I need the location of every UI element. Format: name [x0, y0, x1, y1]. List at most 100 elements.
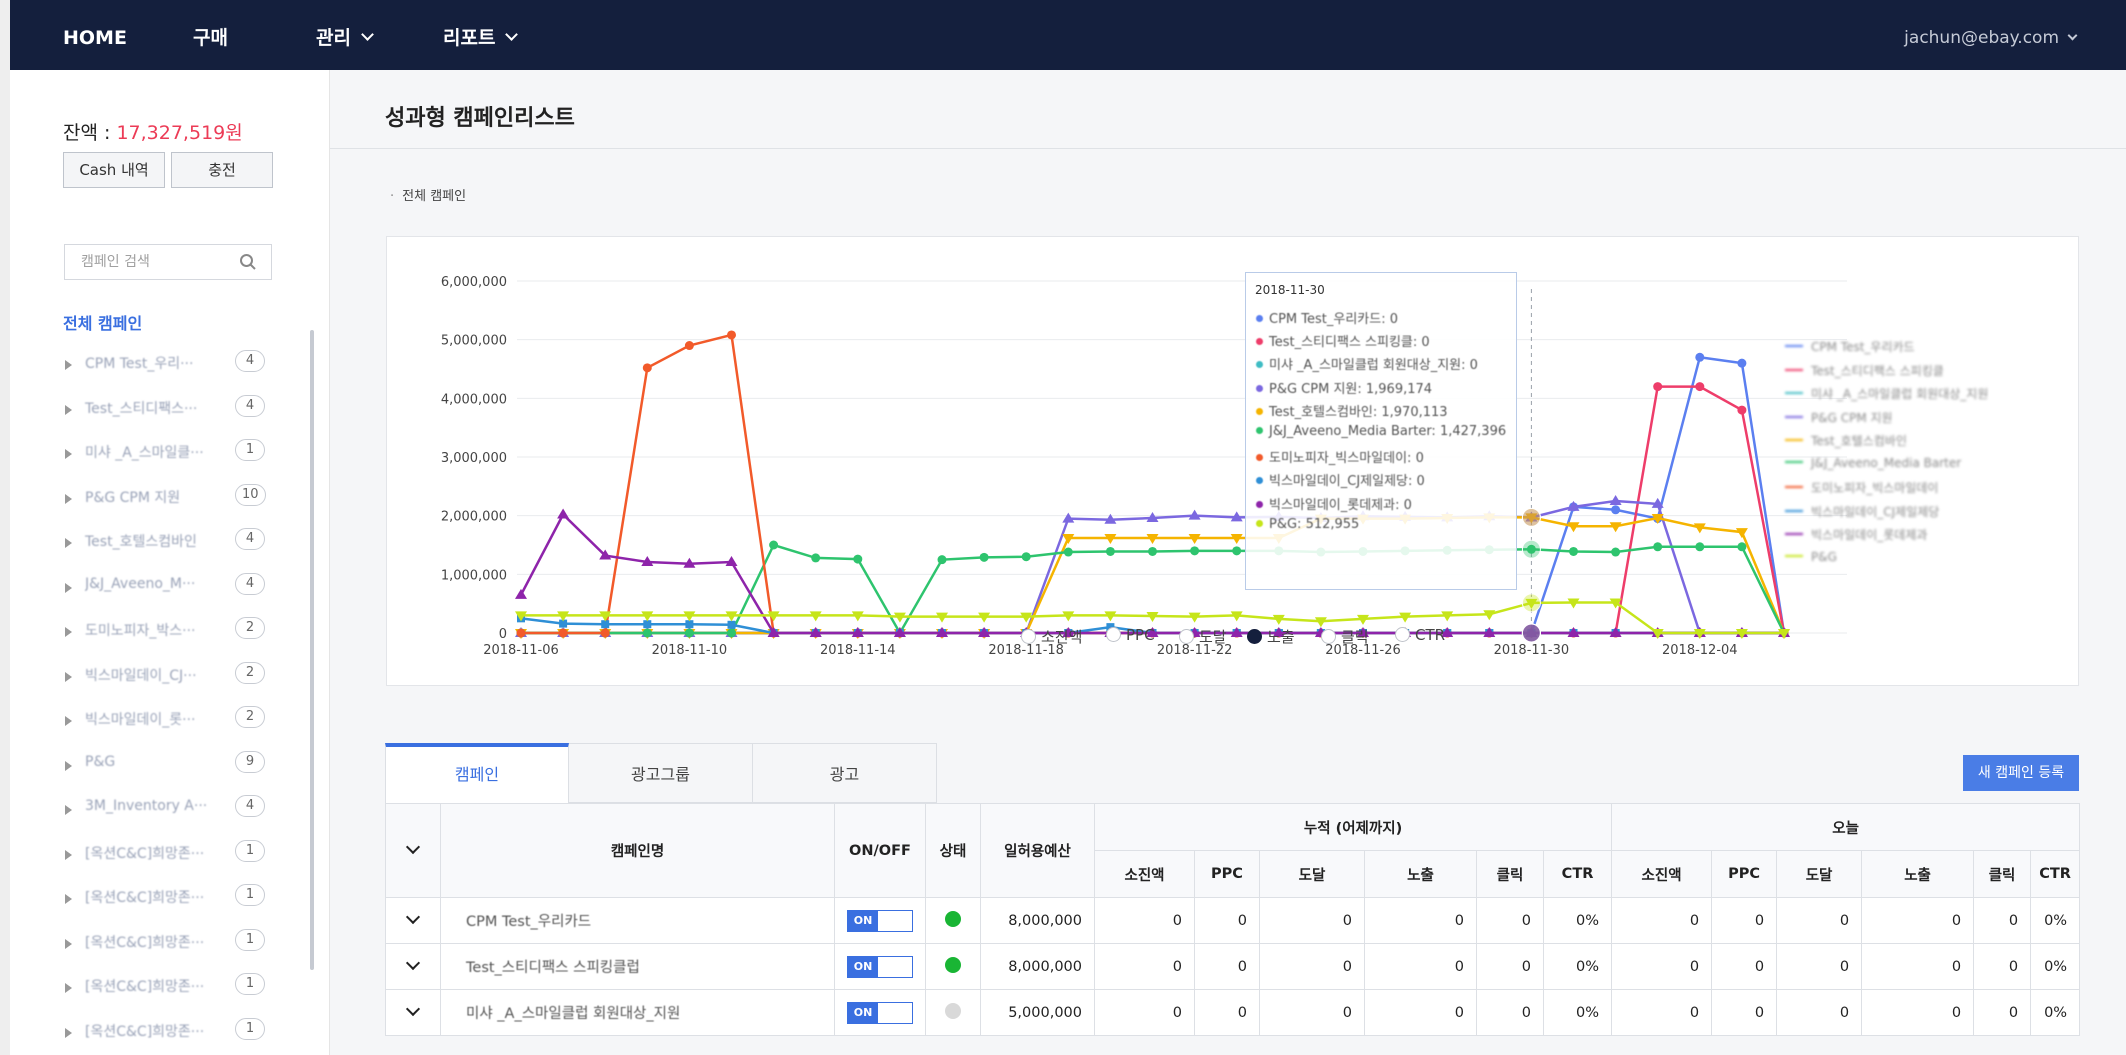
legend-item[interactable]: P&G CPM 지원	[1785, 409, 1893, 426]
chart-point[interactable]	[685, 620, 694, 629]
chart-point[interactable]	[1737, 405, 1747, 415]
sidebar-campaign-item[interactable]: P&G 9	[65, 749, 285, 794]
sidebar-scrollbar[interactable]	[310, 330, 314, 970]
tab-ad-group[interactable]: 광고그룹	[569, 743, 753, 803]
row-checkbox[interactable]	[385, 897, 441, 944]
chart-point[interactable]	[1021, 552, 1031, 562]
chart-point[interactable]	[1695, 352, 1705, 362]
metric-radio[interactable]: PPC	[1106, 626, 1155, 644]
sidebar-campaign-item[interactable]: Test_스티디팩스··· 4	[65, 393, 285, 438]
chart-point[interactable]	[1190, 546, 1200, 556]
tab-ad[interactable]: 광고	[753, 743, 937, 803]
search-input[interactable]	[65, 245, 225, 279]
chart-point[interactable]	[684, 341, 694, 351]
chart-point[interactable]	[1232, 546, 1242, 556]
chart-point[interactable]	[1063, 547, 1073, 557]
chart-point[interactable]	[1611, 547, 1621, 557]
chart-point[interactable]	[642, 363, 652, 373]
sidebar-campaign-item[interactable]: 3M_Inventory A··· 4	[65, 793, 285, 838]
chart-point[interactable]	[1569, 546, 1578, 556]
campaign-name-link[interactable]: CPM Test_우리카드	[440, 897, 835, 944]
legend-item[interactable]: 빅스마일데이_CJ제일제당	[1785, 503, 1939, 520]
onoff-toggle[interactable]: ON	[847, 955, 913, 978]
chart-point[interactable]	[811, 553, 821, 563]
legend-item[interactable]: 미샤 _A_스마일클럽 회원대상_지원	[1785, 385, 1988, 402]
user-menu[interactable]: jachun@ebay.com	[1904, 0, 2078, 70]
sidebar-campaign-item[interactable]: 미샤 _A_스마일클··· 1	[65, 437, 285, 482]
campaign-name-link[interactable]: 미샤 _A_스마일클럽 회원대상_지원	[440, 989, 835, 1036]
row-checkbox[interactable]	[385, 943, 441, 990]
chart-point[interactable]	[516, 628, 526, 638]
onoff-toggle[interactable]: ON	[847, 909, 913, 932]
header-campaign-name[interactable]: 캠페인명	[440, 803, 835, 898]
legend-item[interactable]: CPM Test_우리카드	[1785, 338, 1915, 355]
table-row[interactable]: 미샤 _A_스마일클럽 회원대상_지원 ON 5,000,000 0 0 0 0 0 0% 0 0 0…	[385, 989, 2081, 1036]
sidebar-campaign-item[interactable]: Test_호텔스컴바인 4	[65, 526, 285, 571]
chart-point[interactable]	[558, 628, 568, 638]
chart-point[interactable]	[643, 620, 652, 629]
search-icon[interactable]	[239, 253, 257, 271]
metric-radio[interactable]: 도달	[1179, 626, 1227, 647]
nav-home[interactable]: HOME	[63, 0, 127, 70]
chart-point[interactable]	[1611, 505, 1621, 515]
chart-point[interactable]	[642, 628, 652, 638]
sidebar-campaign-item[interactable]: [옥션C&C]희망존··· 1	[65, 838, 285, 883]
onoff-toggle[interactable]: ON	[847, 1001, 913, 1024]
charge-button[interactable]: 충전	[171, 152, 273, 188]
sidebar-campaign-item[interactable]: 도미노피자_박스··· 2	[65, 615, 285, 660]
nav-purchase[interactable]: 구매	[193, 0, 228, 70]
chart-point[interactable]	[515, 588, 527, 599]
nav-report[interactable]: 리포트	[443, 0, 519, 70]
sidebar-campaign-item[interactable]: [옥션C&C]희망존··· 1	[65, 971, 285, 1016]
metric-radio[interactable]: 소진액	[1021, 626, 1082, 647]
sidebar-campaign-item[interactable]: 빅스마일데이_롯··· 2	[65, 704, 285, 749]
campaign-name-link[interactable]: Test_스티디팩스 스피킹클럽	[440, 943, 835, 990]
legend-item[interactable]: 도미노피자_빅스마일데이	[1785, 479, 1938, 496]
chart-point[interactable]	[979, 552, 989, 562]
chart-point[interactable]	[853, 554, 863, 564]
chart-point[interactable]	[557, 508, 570, 519]
sidebar-all-campaigns[interactable]: 전체 캠페인	[63, 310, 142, 334]
tab-campaign[interactable]: 캠페인	[385, 743, 569, 803]
sidebar-campaign-item[interactable]: P&G CPM 지원 10	[65, 482, 285, 527]
sidebar-campaign-item[interactable]: 빅스마일데이_CJ··· 2	[65, 660, 285, 705]
chart-point[interactable]	[600, 628, 610, 638]
metric-radio[interactable]: 클릭	[1321, 626, 1369, 647]
chart-point[interactable]	[727, 620, 736, 629]
chart-point[interactable]	[1105, 546, 1115, 556]
chart-point[interactable]	[769, 540, 779, 550]
legend-item[interactable]: 빅스마일데이_롯데제과	[1785, 526, 1927, 543]
metric-radio[interactable]: 노출	[1247, 626, 1295, 647]
sidebar-campaign-item[interactable]: [옥션C&C]희망존··· 1	[65, 882, 285, 927]
chart-point[interactable]	[1737, 542, 1747, 552]
chart-point[interactable]	[601, 620, 610, 629]
sidebar-campaign-item[interactable]: [옥션C&C]희망존··· 1	[65, 1016, 285, 1055]
sidebar-campaign-item[interactable]: CPM Test_우리··· 4	[65, 348, 285, 393]
select-all-checkbox[interactable]	[385, 803, 441, 898]
chart-point[interactable]	[1653, 382, 1663, 392]
legend-item[interactable]: P&G	[1785, 550, 1837, 564]
chart-point[interactable]	[1653, 542, 1663, 552]
legend-item[interactable]: J&J_Aveeno_Media Barter	[1785, 456, 1961, 470]
chart-point[interactable]	[1148, 546, 1157, 556]
cash-history-button[interactable]: Cash 내역	[63, 152, 165, 188]
row-checkbox[interactable]	[385, 989, 441, 1036]
new-campaign-button[interactable]: 새 캠페인 등록	[1963, 755, 2079, 791]
chart-point[interactable]	[1695, 542, 1705, 552]
table-row[interactable]: CPM Test_우리카드 ON 8,000,000 0 0 0 0 0 0% 0 0 0 0 0 0%	[385, 897, 2081, 944]
legend-item[interactable]: Test_호텔스컴바인	[1785, 432, 1907, 449]
chart-point[interactable]	[727, 330, 736, 340]
chart-point[interactable]	[1695, 382, 1705, 392]
sidebar-campaign-item[interactable]: J&J_Aveeno_M··· 4	[65, 571, 285, 616]
chart-point[interactable]	[684, 628, 694, 638]
metric-radio[interactable]: CTR	[1395, 626, 1445, 644]
chart-point[interactable]	[727, 628, 736, 638]
nav-manage[interactable]: 관리	[316, 0, 374, 70]
chart-point[interactable]	[1735, 528, 1748, 539]
chart-point[interactable]	[937, 555, 947, 565]
chart-point[interactable]	[1609, 495, 1622, 505]
legend-item[interactable]: Test_스티디팩스 스피킹클	[1785, 362, 1944, 379]
chart-point[interactable]	[1737, 358, 1747, 368]
sidebar-campaign-item[interactable]: [옥션C&C]희망존··· 1	[65, 927, 285, 972]
table-row[interactable]: Test_스티디팩스 스피킹클럽 ON 8,000,000 0 0 0 0 0 0% 0 0 0 0 0 0…	[385, 943, 2081, 990]
